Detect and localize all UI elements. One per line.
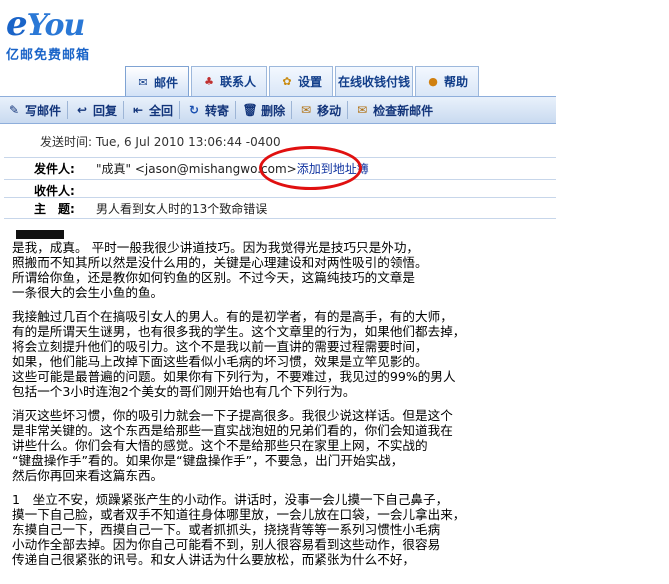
- settings-icon: ✿: [282, 74, 292, 88]
- logo-subtitle: 亿邮免费邮箱: [6, 48, 91, 63]
- reply-all-button[interactable]: ⇤ 全回: [124, 100, 179, 120]
- subject-label: 主 题:: [34, 201, 75, 216]
- check-mail-icon: ✉: [357, 103, 368, 117]
- eyou-logo: eYou 亿邮免费邮箱: [6, 4, 106, 63]
- tab-settings[interactable]: ✿ 设置: [269, 66, 334, 96]
- subject-row: 主 题: 男人看到女人时的13个致命错误: [4, 197, 556, 219]
- move-button[interactable]: ✉ 移动: [292, 100, 347, 120]
- redacted-greeting: [16, 230, 64, 239]
- reply-button[interactable]: ↩ 回复: [68, 100, 123, 120]
- greeting-line: [12, 226, 560, 240]
- contacts-icon: ♣: [204, 74, 214, 88]
- forward-button[interactable]: ↻ 转寄: [180, 100, 235, 120]
- tab-contacts[interactable]: ♣ 联系人: [191, 66, 268, 96]
- delete-icon: 🗑: [242, 103, 258, 117]
- body-paragraph: 消灭这些坏习惯，你的吸引力就会一下子提高很多。我很少说这样话。但是这个 是非常关…: [12, 408, 453, 483]
- move-icon: ✉: [301, 103, 312, 117]
- check-mail-button[interactable]: ✉ 检查新邮件: [348, 100, 439, 120]
- body-paragraph: 我接触过几百个在搞吸引女人的男人。有的是初学者，有的是高手，有的大师， 有的是所…: [12, 309, 466, 399]
- body-paragraph: 1 坐立不安，烦躁紧张产生的小动作。讲话时，没事一会儿摸一下自己鼻子， 摸一下自…: [12, 492, 466, 567]
- delete-button[interactable]: 🗑 删除: [236, 100, 291, 120]
- reply-icon: ↩: [76, 103, 88, 117]
- tab-help[interactable]: ● 帮助: [415, 66, 480, 96]
- highlight-circle: [259, 146, 362, 190]
- tab-online-payment[interactable]: 在线收钱付钱: [335, 66, 414, 96]
- forward-icon: ↻: [189, 103, 200, 117]
- tab-mail[interactable]: ✉ 邮件: [125, 66, 190, 98]
- help-icon: ●: [428, 74, 438, 88]
- mail-icon: ✉: [138, 75, 148, 89]
- compose-icon: ✎: [8, 103, 20, 117]
- from-label: 发件人:: [34, 162, 75, 176]
- reply-all-icon: ⇤: [133, 103, 144, 117]
- mail-toolbar: ✎ 写邮件 ↩ 回复 ⇤ 全回 ↻ 转寄 🗑 删除 ✉ 移动 ✉ 检查新邮件: [0, 96, 556, 124]
- compose-button[interactable]: ✎ 写邮件: [0, 100, 67, 120]
- send-time: 发送时间: Tue, 6 Jul 2010 13:06:44 -0400: [40, 135, 281, 149]
- body-paragraph: 是我，成真。 平时一般我很少讲道技巧。因为我觉得光是技巧只是外功， 照搬而不知其…: [12, 240, 428, 300]
- logo-wordmark: eYou: [6, 4, 85, 44]
- subject-value: 男人看到女人时的13个致命错误: [96, 201, 268, 216]
- message-body: 是我，成真。 平时一般我很少讲道技巧。因为我觉得光是技巧只是外功， 照搬而不知其…: [12, 226, 560, 576]
- main-tabs: ✉ 邮件 ♣ 联系人 ✿ 设置 在线收钱付钱 ● 帮助: [125, 66, 481, 98]
